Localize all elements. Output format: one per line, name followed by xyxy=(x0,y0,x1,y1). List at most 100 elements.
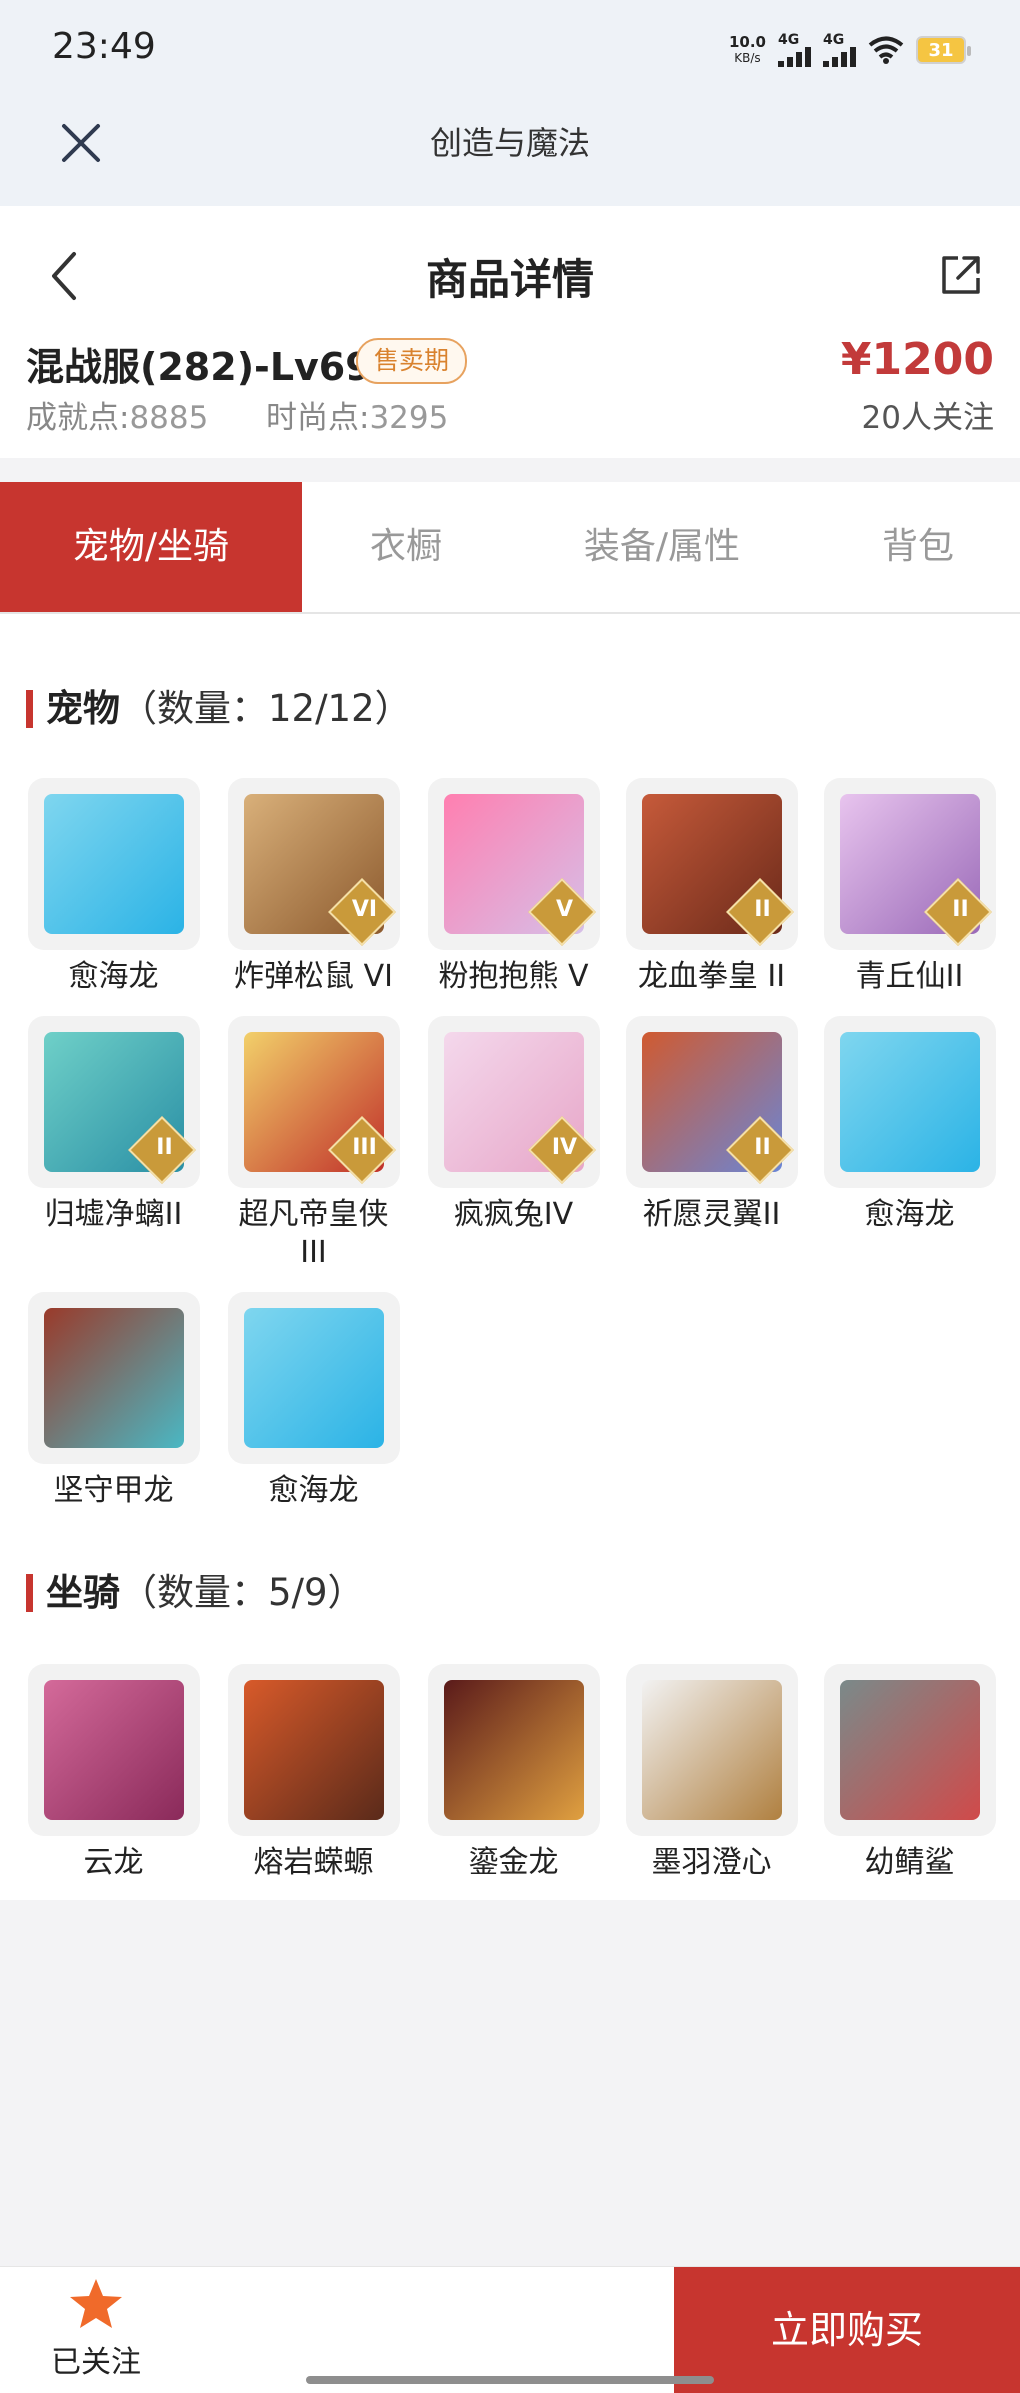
item-thumbnail: II xyxy=(625,778,798,950)
item-name: 墨羽澄心 xyxy=(651,1845,772,1880)
achievement-points: 成就点:8885 xyxy=(26,400,209,436)
item-thumbnail xyxy=(227,1664,400,1836)
app-title: 创造与魔法 xyxy=(429,124,590,162)
item-name: 祈愿灵翼II xyxy=(642,1197,781,1232)
item-name: 愈海龙 xyxy=(268,1473,359,1508)
item-thumbnail: II xyxy=(625,1016,798,1188)
item-name: 云龙 xyxy=(83,1845,144,1880)
product-header: 商品详情 混战服(282)-Lv69 售卖期 成就点:8885 时尚点:3295… xyxy=(0,206,1020,458)
share-icon[interactable] xyxy=(938,252,984,298)
tab-pets-mounts[interactable]: 宠物/坐骑 xyxy=(0,482,302,612)
net-speed: 10.0 KB/s xyxy=(728,33,766,65)
follow-label: 已关注 xyxy=(51,2345,141,2380)
lava-salamander-icon xyxy=(243,1680,384,1820)
pet-item[interactable]: II 青丘仙II xyxy=(822,778,997,996)
pet-item[interactable]: II 祈愿灵翼II xyxy=(624,1016,799,1234)
item-thumbnail xyxy=(27,1292,200,1464)
ink-feather-icon xyxy=(641,1680,782,1820)
mount-item[interactable]: 鎏金龙 xyxy=(426,1664,601,1882)
item-name: 超凡帝皇侠 III xyxy=(238,1197,389,1270)
item-thumbnail: VI xyxy=(227,778,400,950)
mounts-section-title: 坐骑（数量：5/9） xyxy=(26,1570,365,1616)
mount-item[interactable]: 幼鲭鲨 xyxy=(822,1664,997,1882)
item-thumbnail: II xyxy=(823,778,996,950)
rank-label: II xyxy=(951,897,969,923)
item-name: 鎏金龙 xyxy=(468,1845,559,1880)
item-thumbnail xyxy=(625,1664,798,1836)
pet-item[interactable]: 愈海龙 xyxy=(822,1016,997,1234)
gold-dragon-icon xyxy=(443,1680,584,1820)
item-name: 归墟净螭II xyxy=(44,1197,183,1232)
pet-item[interactable]: VI 炸弹松鼠 VI xyxy=(226,778,401,996)
item-name: 愈海龙 xyxy=(864,1197,955,1232)
page-title: 商品详情 xyxy=(425,255,594,304)
status-bar: 23:49 10.0 KB/s 4G 4G 31 xyxy=(0,0,1020,100)
armored-dragon-icon xyxy=(43,1308,184,1448)
tab-equipment[interactable]: 装备/属性 xyxy=(530,482,794,612)
shark-icon xyxy=(839,1680,980,1820)
signal-icon: 4G xyxy=(823,33,856,67)
fashion-points: 时尚点:3295 xyxy=(266,400,449,436)
mount-item[interactable]: 墨羽澄心 xyxy=(624,1664,799,1882)
followers-count: 20人关注 xyxy=(861,400,994,436)
pet-item[interactable]: III 超凡帝皇侠 III xyxy=(226,1016,401,1272)
pet-item[interactable]: II 归墟净螭II xyxy=(26,1016,201,1234)
pet-item[interactable]: 愈海龙 xyxy=(226,1292,401,1510)
mount-item[interactable]: 云龙 xyxy=(26,1664,201,1882)
item-thumbnail: III xyxy=(227,1016,400,1188)
follow-button[interactable]: 已关注 xyxy=(40,2277,152,2381)
cloud-dragon-icon xyxy=(43,1680,184,1820)
tab-wardrobe[interactable]: 衣橱 xyxy=(302,482,510,612)
signal-icon: 4G xyxy=(778,33,811,67)
item-thumbnail xyxy=(27,778,200,950)
status-badge: 售卖期 xyxy=(356,338,468,384)
pet-item[interactable]: 愈海龙 xyxy=(26,778,201,996)
sea-dragon-icon xyxy=(839,1032,980,1172)
rank-label: II xyxy=(753,1135,771,1161)
buy-now-button[interactable]: 立即购买 xyxy=(674,2267,1020,2393)
star-icon xyxy=(70,2279,122,2328)
rank-label: III xyxy=(351,1135,377,1161)
status-time: 23:49 xyxy=(52,26,156,67)
bottom-bar: 已关注 立即购买 xyxy=(0,2266,1020,2393)
item-name: 愈海龙 xyxy=(68,959,159,994)
sea-dragon-icon xyxy=(43,794,184,934)
tab-bar: 宠物/坐骑 衣橱 装备/属性 背包 xyxy=(0,482,1020,614)
status-icons: 10.0 KB/s 4G 4G 31 xyxy=(728,30,971,70)
rank-label: II xyxy=(753,897,771,923)
home-indicator xyxy=(306,2376,714,2384)
item-thumbnail: II xyxy=(27,1016,200,1188)
item-name: 青丘仙II xyxy=(855,959,964,994)
wifi-icon xyxy=(868,36,904,64)
rank-label: VI xyxy=(351,897,377,923)
item-thumbnail: IV xyxy=(427,1016,600,1188)
price: ¥1200 xyxy=(840,334,994,385)
item-thumbnail xyxy=(823,1016,996,1188)
item-name: 龙血拳皇 II xyxy=(637,959,786,994)
rank-label: II xyxy=(155,1135,173,1161)
item-name: 熔岩蝾螈 xyxy=(253,1845,374,1880)
pet-item[interactable]: IV 疯疯兔IV xyxy=(426,1016,601,1234)
tab-backpack[interactable]: 背包 xyxy=(830,482,1006,612)
item-thumbnail xyxy=(427,1664,600,1836)
item-thumbnail xyxy=(27,1664,200,1836)
item-name: 幼鲭鲨 xyxy=(864,1845,955,1880)
item-thumbnail xyxy=(823,1664,996,1836)
item-name: 粉抱抱熊 V xyxy=(438,959,589,994)
rank-label: IV xyxy=(551,1135,577,1161)
sea-dragon-icon xyxy=(243,1308,384,1448)
app-bar: 创造与魔法 xyxy=(0,100,1020,206)
item-name: 坚守甲龙 xyxy=(53,1473,174,1508)
pet-item[interactable]: V 粉抱抱熊 V xyxy=(426,778,601,996)
item-name: 炸弹松鼠 VI xyxy=(234,959,393,994)
rank-label: V xyxy=(555,897,573,923)
item-thumbnail xyxy=(227,1292,400,1464)
pet-item[interactable]: 坚守甲龙 xyxy=(26,1292,201,1510)
pets-section-title: 宠物（数量：12/12） xyxy=(26,686,412,732)
server-name: 混战服(282)-Lv69 xyxy=(26,345,372,389)
item-thumbnail: V xyxy=(427,778,600,950)
mount-item[interactable]: 熔岩蝾螈 xyxy=(226,1664,401,1882)
battery-icon: 31 xyxy=(916,36,971,64)
main-content: 宠物（数量：12/12） 愈海龙 VI 炸弹松鼠 VI V 粉抱抱熊 V II 龙血拳皇 I… xyxy=(0,614,1020,1900)
pet-item[interactable]: II 龙血拳皇 II xyxy=(624,778,799,996)
